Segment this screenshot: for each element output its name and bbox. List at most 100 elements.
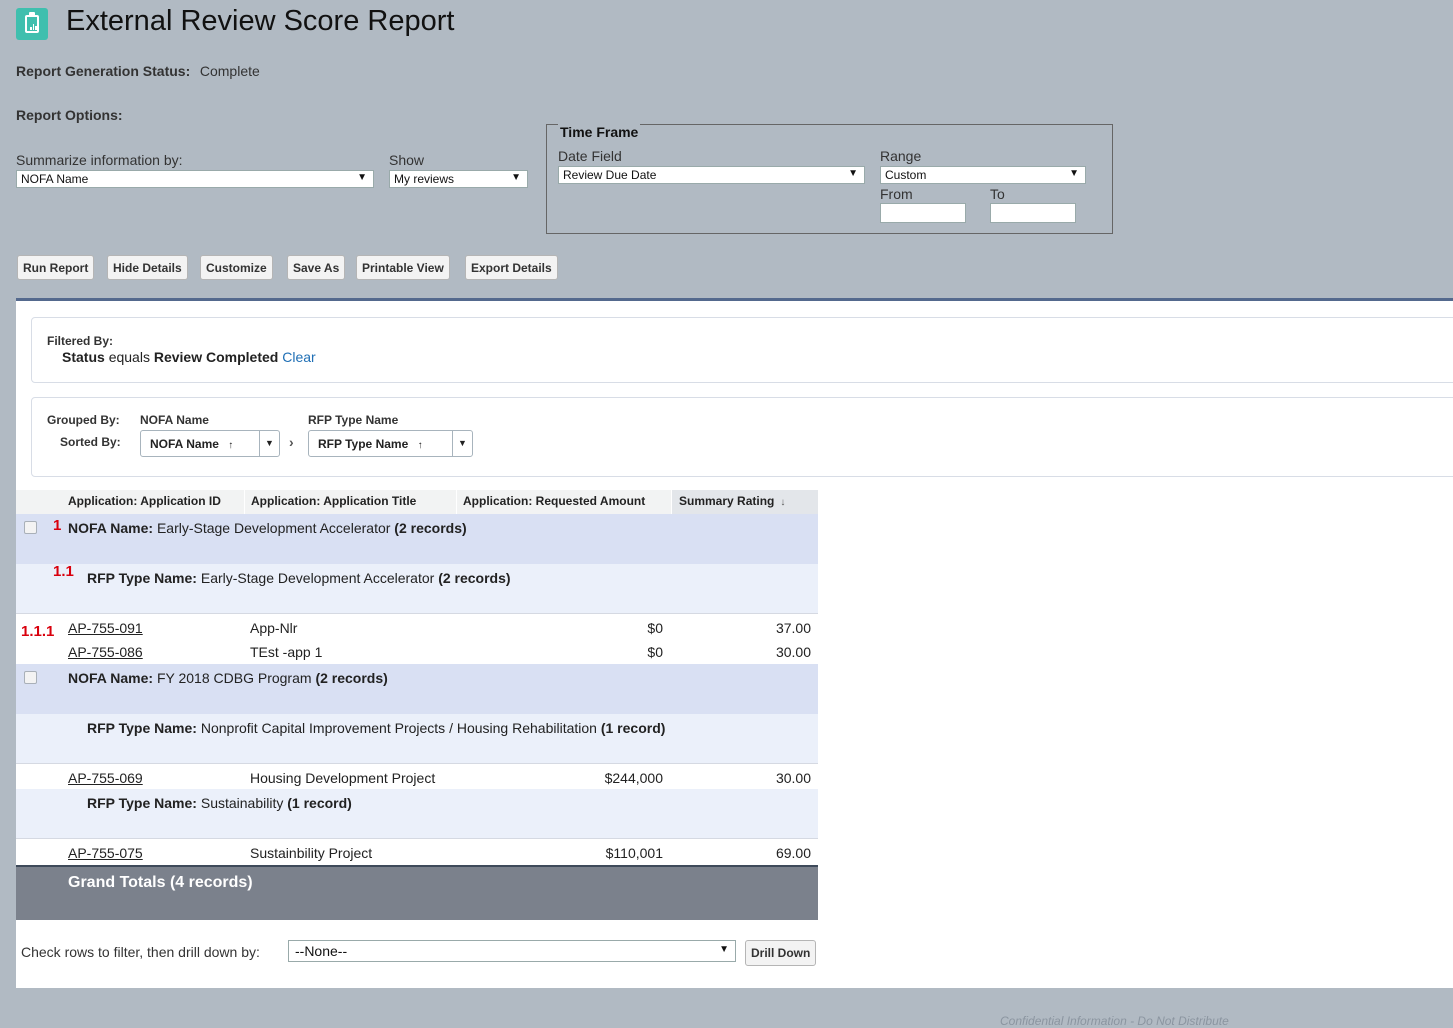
date-field-value: Review Due Date [563,168,657,182]
chevron-down-icon: ▼ [719,944,729,955]
table-header: Application: Application ID Application:… [16,490,818,514]
customize-button[interactable]: Customize [200,255,273,280]
chevron-down-icon: ▼ [1069,168,1079,179]
requested-amount: $0 [647,620,663,636]
group-field: NOFA Name: [68,670,154,686]
grand-totals-label: Grand Totals (4 records) [68,874,253,891]
group-field: NOFA Name: [68,520,154,536]
group-row-nofa: NOFA Name: Early-Stage Development Accel… [16,514,818,564]
show-select[interactable]: My reviews ▼ [389,170,528,188]
to-date-input[interactable] [990,203,1076,223]
application-title: App-Nlr [250,620,298,636]
filter-field: Status [62,349,105,365]
requested-amount: $110,001 [605,845,663,861]
group-heading: NOFA Name: Early-Stage Development Accel… [68,520,467,536]
report-status: Report Generation Status: Complete [16,63,260,79]
run-report-button[interactable]: Run Report [17,255,95,280]
filtered-by-label: Filtered By: [47,334,114,348]
sort-asc-icon: ↑ [228,440,234,451]
grouped-by-label: Grouped By: [47,413,120,427]
subgroup-row-rfp: RFP Type Name: Nonprofit Capital Improve… [16,714,818,764]
group-checkbox[interactable] [24,671,37,684]
sort-desc-icon: ↓ [780,497,786,508]
table-row: AP-755-075 Sustainbility Project $110,00… [16,840,818,864]
requested-amount: $0 [647,644,663,660]
annotation-level-1: 1 [53,517,62,534]
summarize-label: Summarize information by: [16,152,183,168]
subgroup-value: Nonprofit Capital Improvement Projects /… [200,720,597,736]
from-date-input[interactable] [880,203,966,223]
subgroup-count: (1 record) [287,795,352,811]
table-row: AP-755-091 App-Nlr $0 37.00 [16,615,818,639]
requested-amount: $244,000 [604,770,663,786]
group-count: (2 records) [394,520,467,536]
application-title: Sustainbility Project [250,845,373,861]
group1-label: NOFA Name [140,413,209,427]
col-application-id[interactable]: Application: Application ID [68,494,221,508]
summary-rating: 30.00 [775,644,811,660]
clear-filter-link[interactable]: Clear [282,349,315,365]
drill-down-button[interactable]: Drill Down [745,940,817,966]
subgroup-value: Early-Stage Development Accelerator [200,570,435,586]
filter-operator: equals [108,349,150,365]
col-requested-amount[interactable]: Application: Requested Amount [463,494,645,508]
clipboard-chart-icon [25,12,39,33]
group-value: FY 2018 CDBG Program [156,670,312,686]
subgroup-row-rfp: RFP Type Name: Sustainability (1 record) [16,789,818,839]
sort1-label: NOFA Name [150,437,219,451]
confidential-footer: Confidential Information - Do Not Distri… [1000,1014,1229,1028]
group-row-nofa: NOFA Name: FY 2018 CDBG Program (2 recor… [16,664,818,714]
date-field-select[interactable]: Review Due Date ▼ [558,166,865,184]
application-id-link[interactable]: AP-755-075 [68,845,143,861]
page-title: External Review Score Report [66,5,455,37]
col-application-title[interactable]: Application: Application Title [251,494,416,508]
printable-view-button[interactable]: Printable View [356,255,450,280]
summarize-select[interactable]: NOFA Name ▼ [16,170,374,188]
group-value: Early-Stage Development Accelerator [156,520,391,536]
report-options-label: Report Options: [16,107,123,123]
chevron-down-icon: ▼ [357,172,367,183]
sort-nofa-button[interactable]: NOFA Name ↑ ▼ [140,430,280,457]
status-value: Complete [199,63,260,79]
filter-expression: Status equals Review Completed Clear [62,349,316,365]
subgroup-heading: RFP Type Name: Early-Stage Development A… [87,570,511,586]
summary-rating-label: Summary Rating [679,494,775,508]
drilldown-select[interactable]: --None-- ▼ [288,940,736,962]
col-summary-rating[interactable]: Summary Rating ↓ [679,494,785,508]
subgroup-count: (1 record) [600,720,666,736]
subgroup-heading: RFP Type Name: Sustainability (1 record) [87,795,352,811]
application-id-link[interactable]: AP-755-069 [68,770,143,786]
time-frame-legend: Time Frame [558,124,641,140]
application-title: Housing Development Project [250,770,436,786]
subgroup-value: Sustainability [200,795,284,811]
sort-asc-icon: ↑ [417,440,423,451]
summary-rating: 30.00 [775,770,811,786]
group-checkbox[interactable] [24,521,37,534]
save-as-button[interactable]: Save As [287,255,346,280]
drilldown-value: --None-- [295,943,348,959]
grand-totals-row: Grand Totals (4 records) [16,865,818,920]
sort-rfp-button[interactable]: RFP Type Name ↑ ▼ [308,430,473,457]
from-label: From [880,186,913,202]
export-details-button[interactable]: Export Details [465,255,558,280]
application-id-link[interactable]: AP-755-086 [68,644,143,660]
status-label: Report Generation Status: [16,63,191,79]
application-id-link[interactable]: AP-755-091 [68,620,143,636]
range-label: Range [880,148,922,164]
summary-rating: 37.00 [775,620,811,636]
to-label: To [990,186,1005,202]
annotation-level-1-1-1: 1.1.1 [21,623,55,640]
show-value: My reviews [394,172,455,186]
subgroup-row-rfp: RFP Type Name: Early-Stage Development A… [16,564,818,614]
chevron-down-icon[interactable]: ▼ [259,431,279,456]
summarize-value: NOFA Name [21,172,89,186]
drilldown-label: Check rows to filter, then drill down by… [21,944,260,960]
table-row: AP-755-086 TEst -app 1 $0 30.00 [16,639,818,663]
chevron-down-icon: ▼ [848,168,858,179]
group2-label: RFP Type Name [308,413,399,427]
sort2-label: RFP Type Name [318,437,409,451]
subgroup-field: RFP Type Name: [87,795,197,811]
range-select[interactable]: Custom ▼ [880,166,1086,184]
chevron-down-icon[interactable]: ▼ [452,431,472,456]
hide-details-button[interactable]: Hide Details [107,255,188,280]
